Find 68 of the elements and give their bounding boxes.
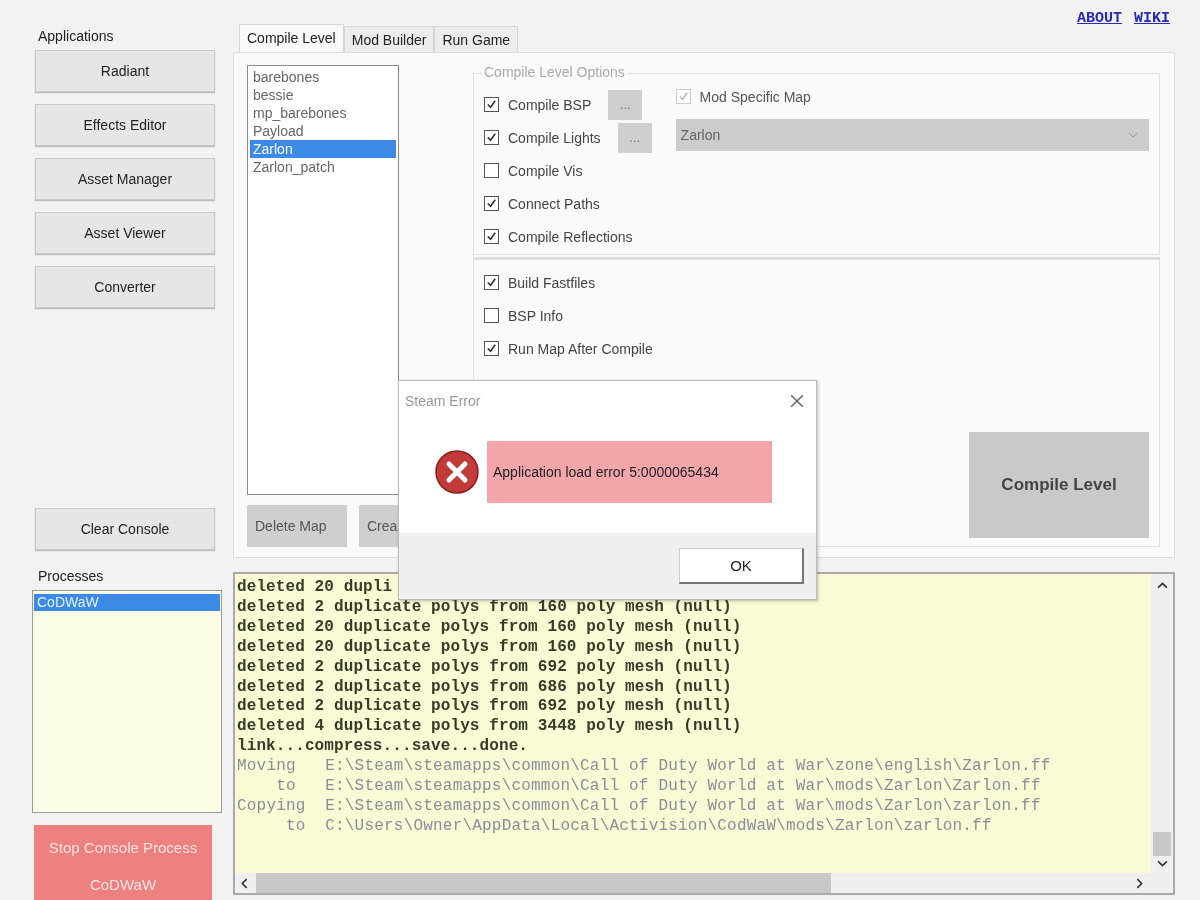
console-line: deleted 20 duplicate polys from 160 poly mesh (null) [237,637,743,658]
checkbox-label: Compile BSP [508,96,592,113]
map-item[interactable]: bessie [250,86,396,104]
checkbox-label: BSP Info [508,307,563,324]
checkbox-label: Compile Vis [508,162,583,179]
console-line: deleted 20 duplicate polys from 160 poly mesh (null) [237,617,743,638]
compile-level-button[interactable]: Compile Level [969,432,1149,538]
group-label: Compile Level Options [482,64,627,80]
tab[interactable]: Compile Level [239,24,344,52]
app-button[interactable]: Converter [35,266,215,308]
link[interactable]: ABOUT [1076,10,1122,24]
link[interactable]: WIKI [1134,10,1170,24]
error-icon [435,450,479,494]
checkbox-label: Connect Paths [508,195,600,212]
checkbox[interactable] [484,97,499,112]
console-line: deleted 2 duplicate polys from 692 poly mesh (null) [237,657,733,678]
chevron-down-icon [1128,132,1138,138]
checkbox[interactable] [484,130,499,145]
app-button[interactable]: Effects Editor [35,104,215,146]
group-label: Applications [38,28,115,44]
process-list[interactable]: CoDWaW [32,590,222,813]
tab[interactable]: Run Game [434,26,519,52]
group-label: Processes [38,568,105,584]
scroll-thumb[interactable] [256,873,831,893]
map-item[interactable]: Payload [250,122,396,140]
scroll-thumb[interactable] [1153,832,1171,856]
checkbox-label: Compile Lights [508,129,601,146]
console-line: deleted 4 duplicate polys from 3448 poly mesh (null) [237,717,743,738]
checkbox-label: Run Map After Compile [508,340,653,357]
chevron-up-icon[interactable] [1156,582,1168,589]
console-line: Copying E:\Steam\steamapps\common\Call of Duty World at War\mods\Zarlon\zarlon.ff [237,796,1042,817]
tab[interactable]: Mod Builder [343,26,435,52]
app-button[interactable]: Radiant [35,50,215,92]
map-item[interactable]: Zarlon [250,140,396,158]
checkbox[interactable] [484,229,499,244]
process-item[interactable]: CoDWaW [34,594,220,611]
map-list[interactable]: barebones bessie mp_barebones Payload Zarlon Zarlon_patch [247,65,399,495]
map-item[interactable]: Zarlon_patch [250,158,396,176]
checkbox[interactable] [484,196,499,211]
console-line: link...compress...save...done. [237,737,530,758]
dialog-title: Steam Error [405,393,481,409]
checkbox-label: Mod Specific Map [699,88,811,105]
map-button[interactable]: Delete Map [247,505,347,547]
console-line: to C:\Users\Owner\AppData\Local\Activision\CodWaW\mods\Zarlon\zarlon.ff [285,816,993,837]
checkbox-label: Compile Reflections [508,228,633,245]
checkbox[interactable] [484,341,499,356]
error-message: Application load error 5:0000065434 [487,441,772,503]
console-line: deleted 2 duplicate polys from 686 poly mesh (null) [237,677,733,698]
console-line: deleted 20 dupli [237,578,394,598]
console-line: Moving E:\Steam\steamapps\common\Call of Duty World at War\zone\english\Zarlon.ff [237,757,1052,778]
checkbox[interactable] [484,275,499,290]
console-line: deleted 2 duplicate polys from 692 poly mesh (null) [237,697,733,718]
close-icon[interactable] [790,394,804,408]
map-item[interactable]: mp_barebones [250,104,396,122]
map-item[interactable]: barebones [250,68,396,86]
vertical-scrollbar[interactable] [1151,574,1173,873]
chevron-down-icon[interactable] [1156,860,1168,867]
ok-button[interactable]: OK [679,548,804,584]
chevron-left-icon[interactable] [241,877,248,889]
console-line: to E:\Steam\steamapps\common\Call of Duty World at War\mods\Zarlon\Zarlon.ff [275,777,1042,797]
app-button[interactable]: Asset Viewer [35,212,215,254]
horizontal-scrollbar[interactable] [235,873,1173,893]
app-button[interactable]: Asset Manager [35,158,215,200]
clear-console-button[interactable]: Clear Console [35,508,215,550]
checkbox[interactable] [484,163,499,178]
checkbox-label: Build Fastfiles [508,274,596,291]
checkbox[interactable] [484,308,499,323]
chevron-right-icon[interactable] [1136,877,1143,889]
